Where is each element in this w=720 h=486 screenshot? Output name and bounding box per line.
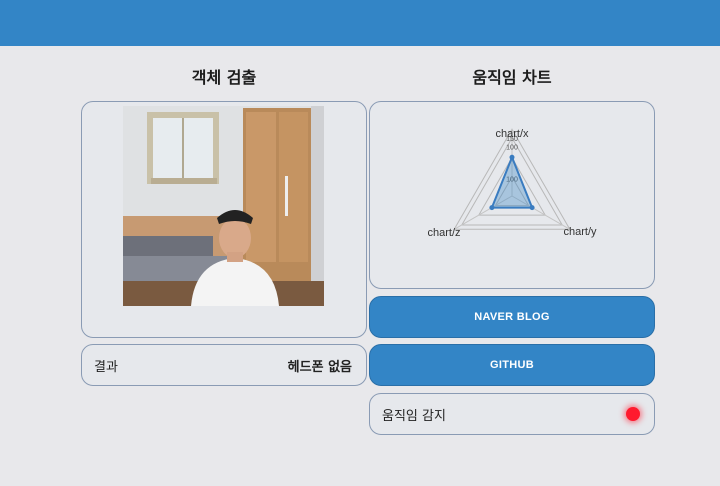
radar-data-point — [489, 205, 495, 211]
motion-detect-card: 움직임 감지 — [369, 393, 655, 435]
radar-axis-label: chart/y — [563, 226, 597, 238]
radar-axis-label: chart/x — [495, 128, 529, 140]
top-app-bar — [0, 0, 720, 46]
naver-blog-button[interactable]: NAVER BLOG — [369, 296, 655, 338]
radar-chart: 150100100chart/xchart/ychart/z — [427, 128, 597, 239]
motion-chart-card: 150100100chart/xchart/ychart/z — [369, 101, 655, 289]
result-value: 헤드폰 없음 — [287, 359, 352, 375]
radar-data-point — [529, 205, 535, 211]
object-detection-title: 객체 검출 — [191, 68, 257, 87]
camera-feed-image — [123, 106, 324, 306]
radar-axis-label: chart/z — [427, 227, 460, 239]
result-card: 결과 헤드폰 없음 — [81, 344, 367, 386]
motion-indicator-icon — [626, 407, 640, 421]
result-label: 결과 — [94, 359, 118, 375]
radar-tick-label: 100 — [506, 145, 518, 152]
motion-chart-title: 움직임 차트 — [472, 68, 552, 87]
motion-detect-label: 움직임 감지 — [382, 408, 446, 424]
radar-data-point — [509, 154, 515, 160]
github-button[interactable]: GITHUB — [369, 344, 655, 386]
camera-card — [81, 101, 367, 338]
